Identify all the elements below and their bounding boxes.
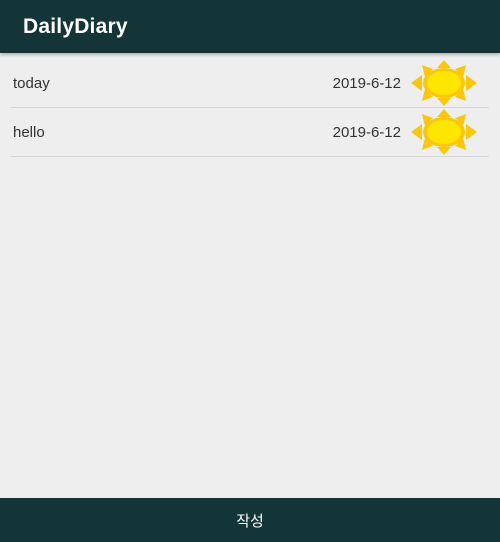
bottom-bar: 작성 — [0, 498, 500, 542]
app-bar: DailyDiary — [0, 0, 500, 53]
diary-list[interactable]: today 2019-6-12 hello 2019-6-12 — [0, 59, 500, 157]
sun-icon — [411, 109, 477, 155]
diary-entry-date: 2019-6-12 — [332, 123, 401, 141]
diary-entry-date: 2019-6-12 — [332, 74, 401, 92]
diary-list-item[interactable]: today 2019-6-12 — [11, 59, 489, 108]
sun-icon — [411, 60, 477, 106]
diary-entry-title: today — [13, 74, 50, 92]
app-screen: DailyDiary today 2019-6-12 hello 2019-6-… — [0, 0, 500, 542]
write-button[interactable]: 작성 — [236, 510, 264, 531]
diary-list-item[interactable]: hello 2019-6-12 — [11, 108, 489, 157]
diary-entry-title: hello — [13, 123, 45, 141]
app-title: DailyDiary — [23, 14, 128, 38]
